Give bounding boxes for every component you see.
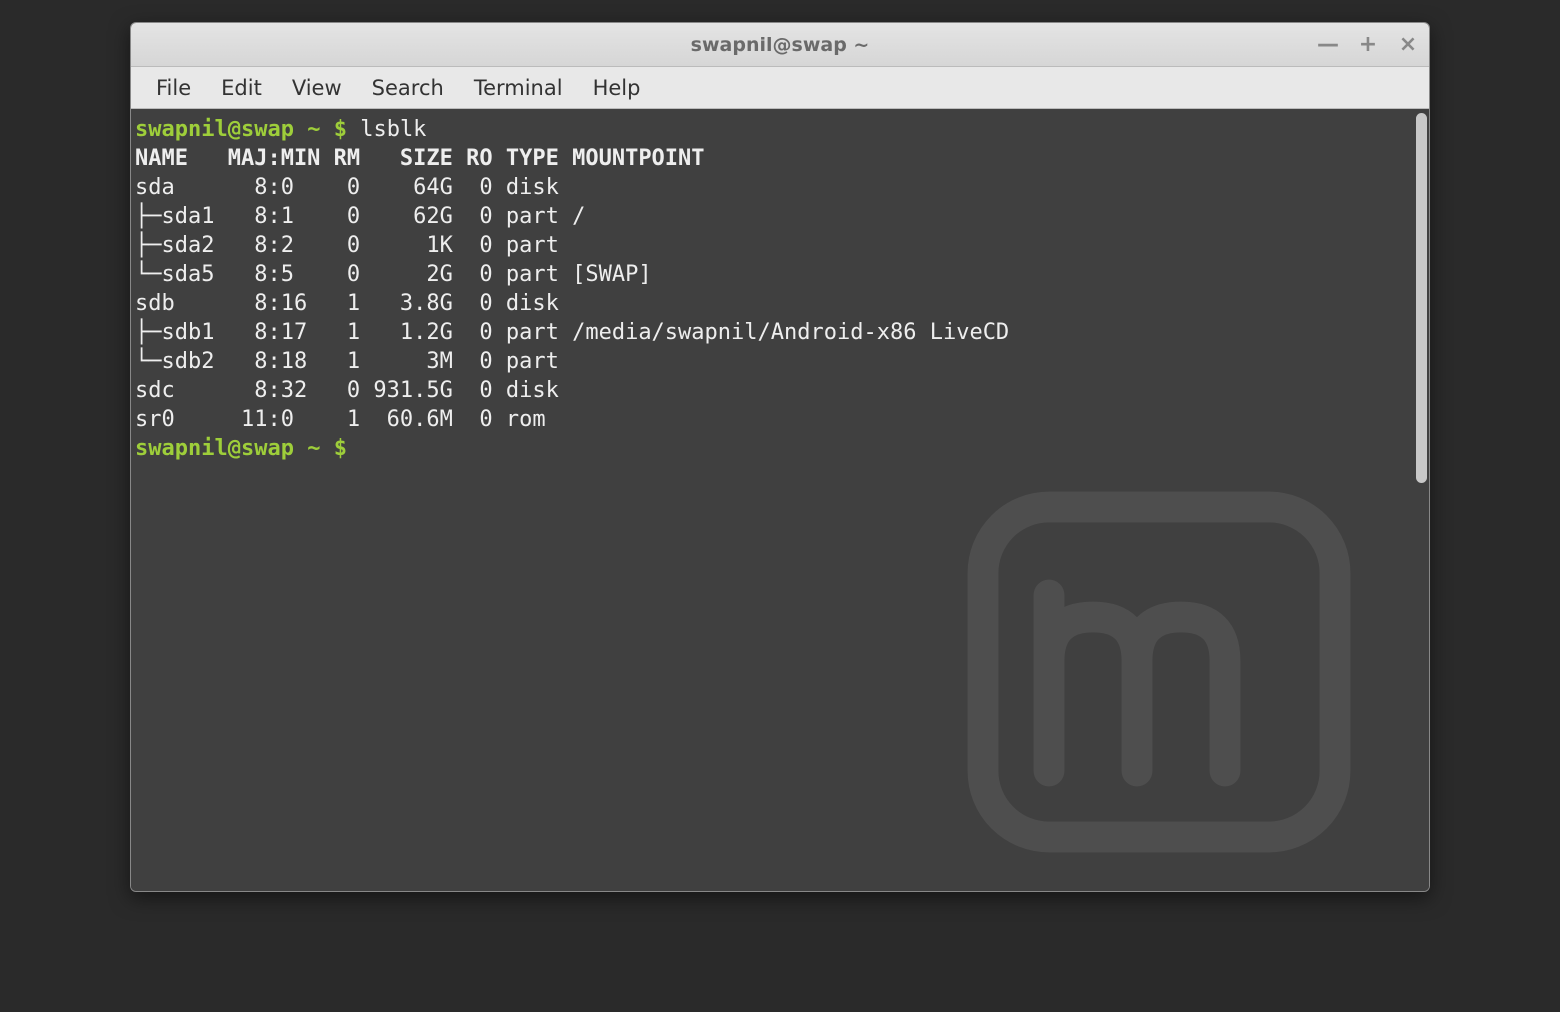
prompt-symbol: $ <box>334 436 347 461</box>
minimize-icon: — <box>1317 34 1339 56</box>
window-controls: — + × <box>1317 23 1419 66</box>
menu-view[interactable]: View <box>277 70 357 106</box>
menu-help[interactable]: Help <box>578 70 656 106</box>
menu-file[interactable]: File <box>141 70 206 106</box>
maximize-button[interactable]: + <box>1357 34 1379 56</box>
close-button[interactable]: × <box>1397 34 1419 56</box>
terminal-area: swapnil@swap ~ $ lsblkNAME MAJ:MIN RM SI… <box>131 109 1429 891</box>
table-row: ├─sda2 8:2 0 1K 0 part <box>135 231 1410 260</box>
minimize-button[interactable]: — <box>1317 34 1339 56</box>
scrollbar[interactable] <box>1414 109 1429 891</box>
menu-search[interactable]: Search <box>357 70 459 106</box>
window-title: swapnil@swap ~ <box>691 34 870 56</box>
terminal-window: swapnil@swap ~ — + × File Edit View Sear… <box>130 22 1430 892</box>
scrollbar-thumb[interactable] <box>1416 113 1427 483</box>
lsblk-header: NAME MAJ:MIN RM SIZE RO TYPE MOUNTPOINT <box>135 144 1410 173</box>
table-row: sdc 8:32 0 931.5G 0 disk <box>135 376 1410 405</box>
table-row: sr0 11:0 1 60.6M 0 rom <box>135 405 1410 434</box>
table-row: sda 8:0 0 64G 0 disk <box>135 173 1410 202</box>
prompt-path: ~ <box>307 117 320 142</box>
menubar: File Edit View Search Terminal Help <box>131 67 1429 109</box>
table-row: └─sda5 8:5 0 2G 0 part [SWAP] <box>135 260 1410 289</box>
table-row: ├─sdb1 8:17 1 1.2G 0 part /media/swapnil… <box>135 318 1410 347</box>
terminal-output[interactable]: swapnil@swap ~ $ lsblkNAME MAJ:MIN RM SI… <box>131 109 1414 891</box>
close-icon: × <box>1399 34 1417 56</box>
prompt-line-2: swapnil@swap ~ $ <box>135 434 1410 463</box>
menu-edit[interactable]: Edit <box>206 70 277 106</box>
prompt-symbol: $ <box>334 117 347 142</box>
prompt-userhost: swapnil@swap <box>135 117 294 142</box>
prompt-userhost: swapnil@swap <box>135 436 294 461</box>
table-row: ├─sda1 8:1 0 62G 0 part / <box>135 202 1410 231</box>
command-text: lsblk <box>360 117 426 142</box>
table-row: sdb 8:16 1 3.8G 0 disk <box>135 289 1410 318</box>
titlebar[interactable]: swapnil@swap ~ — + × <box>131 23 1429 67</box>
maximize-icon: + <box>1359 34 1377 56</box>
prompt-line-1: swapnil@swap ~ $ lsblk <box>135 115 1410 144</box>
table-row: └─sdb2 8:18 1 3M 0 part <box>135 347 1410 376</box>
prompt-path: ~ <box>307 436 320 461</box>
menu-terminal[interactable]: Terminal <box>459 70 578 106</box>
